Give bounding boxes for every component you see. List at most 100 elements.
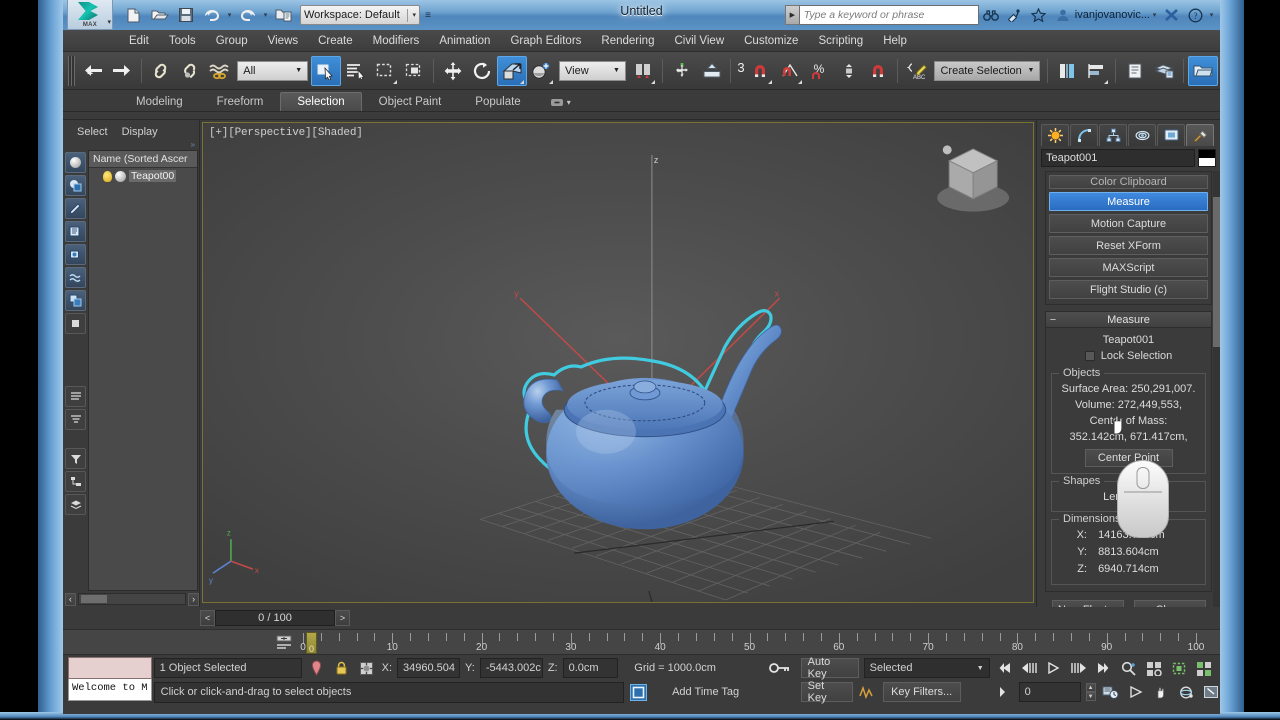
menu-item-civil-view[interactable]: Civil View: [664, 33, 734, 49]
tab-freeform[interactable]: Freeform: [200, 92, 281, 111]
key-mode-icon[interactable]: [994, 682, 1014, 702]
utility-reset-xform-button[interactable]: Reset XForm: [1049, 236, 1208, 255]
help-icon[interactable]: ?: [1183, 3, 1207, 27]
menu-item-modifiers[interactable]: Modifiers: [363, 33, 430, 49]
zoom-icon[interactable]: [1119, 658, 1139, 678]
select-by-layer-icon[interactable]: [65, 290, 86, 311]
menu-item-rendering[interactable]: Rendering: [591, 33, 664, 49]
menu-item-group[interactable]: Group: [206, 33, 258, 49]
select-rotate-icon[interactable]: [468, 56, 497, 86]
utility-color-clipboard-button[interactable]: Color Clipboard: [1049, 175, 1208, 189]
bind-spacewarp-icon[interactable]: [205, 56, 234, 86]
key-curve-icon[interactable]: [858, 682, 878, 702]
select-spacewarp-icon[interactable]: [65, 267, 86, 288]
redo-icon[interactable]: [107, 56, 136, 86]
object-color-swatch[interactable]: [1198, 149, 1216, 167]
tab-object-paint[interactable]: Object Paint: [362, 92, 459, 111]
ribbon-minimize-button[interactable]: ▾: [550, 97, 571, 111]
viewport-label[interactable]: [+][Perspective][Shaded]: [209, 127, 363, 139]
window-crossing-icon[interactable]: [400, 56, 429, 86]
layers-icon[interactable]: [65, 494, 86, 515]
utility-maxscript-button[interactable]: MAXScript: [1049, 258, 1208, 277]
search-input[interactable]: Type a keyword or phrase: [798, 5, 979, 25]
angle-snap-icon[interactable]: [775, 56, 804, 86]
reference-coordinate-combo[interactable]: View ▼: [559, 60, 626, 81]
select-invert-icon[interactable]: [65, 175, 86, 196]
next-frame-icon[interactable]: [1069, 658, 1089, 678]
scene-explorer-list[interactable]: Name (Sorted Ascer Teapot00: [88, 150, 198, 591]
project-folder-icon[interactable]: [271, 3, 296, 27]
menu-item-views[interactable]: Views: [258, 33, 308, 49]
object-name-input[interactable]: [1041, 149, 1195, 167]
select-by-brush-icon[interactable]: [65, 198, 86, 219]
open-mini-curve-editor-icon[interactable]: [276, 634, 292, 651]
select-object-icon[interactable]: [311, 55, 341, 86]
layer-manager-icon[interactable]: [1120, 56, 1149, 86]
coord-x-field[interactable]: 34960.504: [397, 658, 461, 678]
explorer-horizontal-scrollbar[interactable]: [77, 593, 187, 605]
undo-dropdown-icon[interactable]: ▾: [225, 11, 234, 19]
select-place-icon[interactable]: [527, 56, 556, 86]
new-icon[interactable]: [121, 3, 146, 27]
orbit-icon[interactable]: [1176, 682, 1196, 702]
previous-frame-icon[interactable]: [1019, 658, 1039, 678]
command-panel-scroll-thumb[interactable]: [1213, 197, 1220, 347]
maxscript-mini-listener[interactable]: Welcome to M: [63, 655, 154, 705]
unlink-icon[interactable]: [175, 56, 204, 86]
field-of-view-icon[interactable]: [1126, 682, 1146, 702]
explorer-scroll-left-icon[interactable]: ‹: [65, 592, 76, 606]
zoom-all-icon[interactable]: [1144, 658, 1164, 678]
percent-snap-icon[interactable]: %: [805, 56, 834, 86]
lock-selection-row[interactable]: Lock Selection: [1051, 350, 1206, 366]
time-slider-handle[interactable]: 0: [306, 632, 317, 654]
named-selection-set-combo[interactable]: Create Selection Se ▼: [934, 60, 1041, 81]
select-scale-icon[interactable]: [497, 55, 527, 86]
workspace-selector[interactable]: Workspace: Default ▾: [300, 5, 420, 25]
snap-magnet-icon[interactable]: [864, 56, 893, 86]
select-by-name-icon[interactable]: [341, 56, 370, 86]
app-menu-button[interactable]: MAX ▾: [67, 0, 113, 30]
render-setup-icon[interactable]: [1188, 55, 1218, 86]
tab-selection[interactable]: Selection: [280, 92, 362, 111]
list-view-icon[interactable]: [65, 386, 86, 407]
select-all-icon[interactable]: [65, 152, 86, 173]
select-move-icon[interactable]: [438, 56, 467, 86]
star-icon[interactable]: [1027, 3, 1051, 27]
listener-output-pane[interactable]: Welcome to M: [68, 679, 152, 701]
menu-item-scripting[interactable]: Scripting: [808, 33, 873, 49]
select-by-camera-icon[interactable]: [65, 244, 86, 265]
collapse-icon[interactable]: −: [1046, 314, 1060, 326]
auto-key-button[interactable]: Auto Key: [800, 656, 859, 680]
explorer-column-header[interactable]: Name (Sorted Ascer: [89, 151, 197, 168]
frame-readout[interactable]: 0 / 100: [215, 610, 335, 626]
binoculars-icon[interactable]: [979, 3, 1003, 27]
utility-measure-button[interactable]: Measure: [1049, 192, 1208, 211]
explorer-scroll-right-icon[interactable]: ›: [188, 592, 199, 606]
utilities-tab[interactable]: [1186, 124, 1214, 146]
help-dropdown-icon[interactable]: ▾: [1207, 11, 1216, 19]
menu-item-animation[interactable]: Animation: [429, 33, 500, 49]
chevron-down-icon[interactable]: ▼: [1025, 67, 1038, 74]
key-mode-toggle-icon[interactable]: [762, 658, 796, 678]
coord-y-field[interactable]: -5443.002c: [479, 658, 543, 678]
spinner-snap-icon[interactable]: [834, 56, 863, 86]
menu-item-customize[interactable]: Customize: [734, 33, 808, 49]
use-center-icon[interactable]: [667, 56, 696, 86]
current-frame-field[interactable]: 0: [1018, 682, 1081, 702]
redo-dropdown-icon[interactable]: ▾: [261, 11, 270, 19]
redo-icon[interactable]: [235, 3, 260, 27]
go-to-start-icon[interactable]: [994, 658, 1014, 678]
undo-icon[interactable]: [199, 3, 224, 27]
chevron-down-icon[interactable]: ▾: [567, 98, 571, 107]
list-item[interactable]: Teapot00: [89, 168, 197, 184]
open-icon[interactable]: [147, 3, 172, 27]
utility-motion-capture-button[interactable]: Motion Capture: [1049, 214, 1208, 233]
user-icon[interactable]: [1051, 3, 1075, 27]
edit-named-sets-icon[interactable]: ABC: [902, 56, 931, 86]
menu-item-graph-editors[interactable]: Graph Editors: [500, 33, 591, 49]
key-mode-filter-combo[interactable]: Selected ▼: [863, 658, 990, 678]
add-time-tag[interactable]: Add Time Tag: [654, 682, 758, 702]
menu-item-tools[interactable]: Tools: [159, 33, 206, 49]
frame-spinner[interactable]: ▲ ▼: [1085, 683, 1096, 701]
explorer-menu-select[interactable]: Select: [77, 126, 108, 138]
